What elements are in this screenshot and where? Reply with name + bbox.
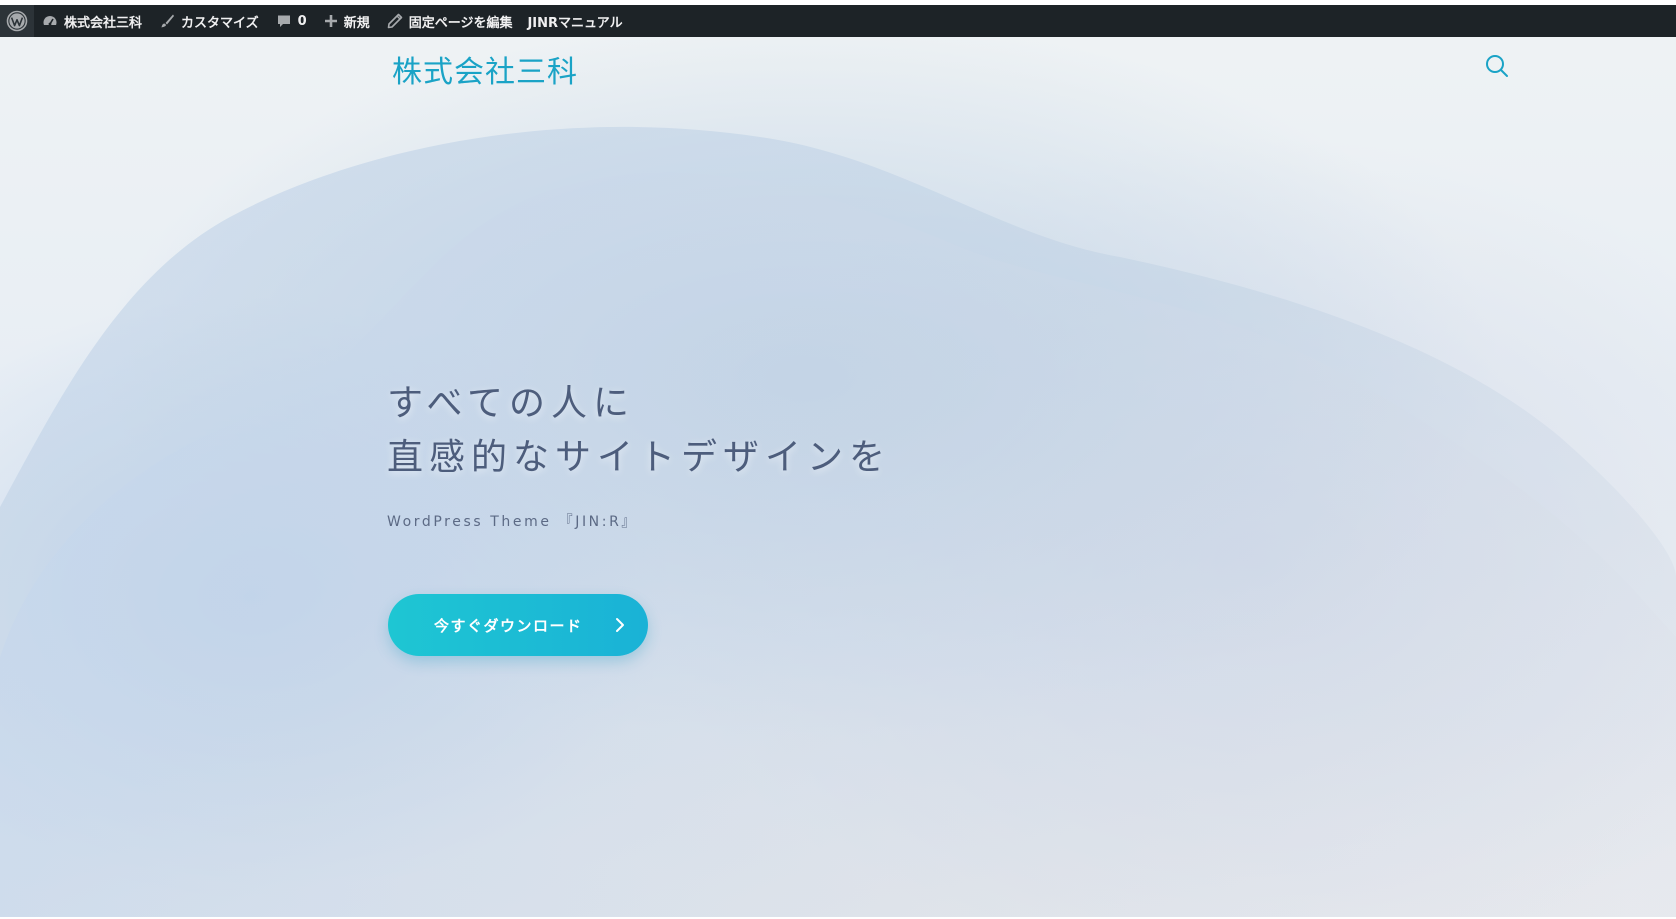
adminbar-site-name[interactable]: 株式会社三科 [34, 5, 151, 37]
hero-heading-line-1: すべての人に [387, 383, 636, 424]
download-now-label: 今すぐダウンロード [434, 616, 583, 635]
dashboard-icon [43, 16, 57, 26]
plus-icon [324, 15, 337, 27]
pencil-icon [387, 13, 403, 29]
hero-section: 株式会社三科 すべての人に 直感的なサイトデザインを WordPress The… [0, 37, 1676, 919]
adminbar-customize-label: カスタマイズ [181, 15, 259, 31]
adminbar-customize[interactable]: カスタマイズ [151, 5, 268, 37]
adminbar-comments[interactable]: 0 [268, 5, 316, 37]
wordpress-logo-icon [6, 10, 28, 32]
admin-bar: 株式会社三科 カスタマイズ 0 新規 固定ページを編集 JINRマニュアル [0, 5, 1676, 37]
adminbar-jinr-manual[interactable]: JINRマニュアル [521, 5, 631, 37]
download-now-button[interactable]: 今すぐダウンロード [388, 594, 648, 656]
browser-viewport: 株式会社三科 カスタマイズ 0 新規 固定ページを編集 JINRマニュアル 株式… [0, 0, 1676, 919]
hero-heading-line-2: 直感的なサイトデザインを [387, 437, 892, 478]
comment-icon [277, 15, 290, 27]
chevron-right-icon [616, 618, 624, 632]
hero-heading: すべての人に 直感的なサイトデザインを [387, 377, 891, 485]
adminbar-edit-page-label: 固定ページを編集 [408, 15, 513, 31]
adminbar-edit-page[interactable]: 固定ページを編集 [379, 5, 522, 37]
search-button[interactable] [1484, 53, 1510, 79]
hero-copy: すべての人に 直感的なサイトデザインを WordPress Theme 『JIN… [387, 377, 891, 531]
adminbar-new-label: 新規 [343, 15, 370, 31]
site-title[interactable]: 株式会社三科 [392, 47, 578, 91]
hero-subtitle: WordPress Theme 『JIN:R』 [387, 514, 638, 530]
adminbar-site-name-label: 株式会社三科 [64, 15, 143, 31]
search-icon [1486, 55, 1508, 77]
wordpress-logo-button[interactable] [0, 5, 34, 37]
adminbar-comments-count: 0 [297, 13, 307, 29]
adminbar-jinr-manual-label: JINRマニュアル [527, 15, 623, 31]
brush-icon [161, 14, 175, 28]
adminbar-new[interactable]: 新規 [316, 5, 379, 37]
